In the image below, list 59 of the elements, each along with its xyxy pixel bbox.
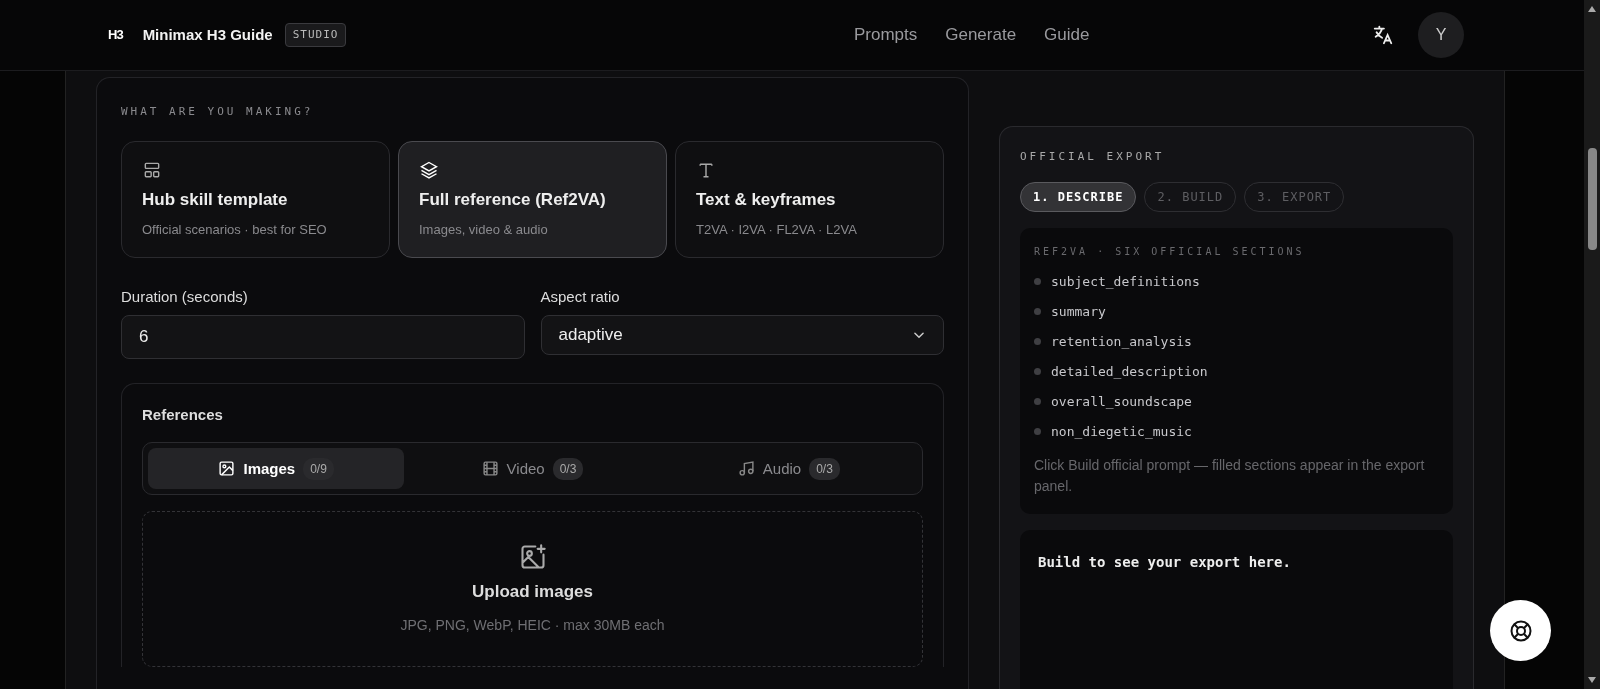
aspect-ratio-select[interactable]: adaptive: [540, 314, 944, 355]
bullet-dot: [1034, 368, 1041, 375]
upload-hint: JPG, PNG, WebP, HEIC · max 30MB each: [400, 615, 665, 635]
lifebuoy-icon: [1508, 618, 1533, 643]
count-badge: 0/9: [303, 457, 334, 480]
option-title: Hub skill template: [142, 189, 289, 210]
scrollbar[interactable]: [1584, 0, 1600, 689]
bullet-dot: [1034, 428, 1041, 435]
section-heading: OFFICIAL EXPORT: [1020, 149, 1166, 165]
avatar[interactable]: Y: [1418, 12, 1464, 58]
section-name: subject_definitions: [1051, 272, 1200, 291]
count-badge: 0/3: [552, 457, 584, 480]
translate-icon[interactable]: [1372, 24, 1394, 46]
image-plus-icon: [518, 543, 547, 572]
option-title: Full reference (Ref2VA): [419, 189, 607, 210]
bullet-dot: [1034, 278, 1041, 285]
nav-link[interactable]: Prompts: [839, 22, 932, 48]
layers-icon: [419, 160, 439, 181]
section-name: overall_soundscape: [1051, 392, 1192, 411]
image-icon: [218, 460, 236, 478]
upload-title: Upload images: [472, 581, 593, 604]
count-badge: 0/3: [809, 457, 840, 480]
reference-tab[interactable]: Images 0/9: [148, 448, 405, 490]
duration-input[interactable]: 6: [121, 314, 525, 359]
section-name: detailed_description: [1051, 362, 1208, 381]
panel-title: References: [142, 404, 224, 425]
tab-label: Video: [506, 458, 545, 479]
bullet-dot: [1034, 338, 1041, 345]
option-title: Text & keyframes: [696, 189, 837, 210]
mode-option[interactable]: Text & keyframes T2VA · I2VA · FL2VA · L2VA: [675, 140, 944, 259]
upload-dropzone[interactable]: Upload images JPG, PNG, WebP, HEIC · max 30MB each: [142, 511, 923, 668]
site-title: Minimax H3 Guide: [142, 24, 273, 45]
film-icon: [481, 460, 499, 478]
section-name: summary: [1051, 302, 1106, 321]
nav-link[interactable]: Generate: [931, 22, 1031, 48]
step-pill[interactable]: 1. DESCRIBE: [1020, 181, 1137, 212]
section-name: retention_analysis: [1051, 332, 1192, 351]
music-note-icon: [737, 460, 755, 478]
field-label: Duration (seconds): [121, 287, 249, 308]
nav-link[interactable]: Guide: [1030, 22, 1104, 48]
bullet-dot: [1034, 398, 1041, 405]
option-subtitle: Images, video & audio: [419, 220, 549, 239]
field-label: Aspect ratio: [540, 287, 621, 308]
export-output: Build to see your export here.: [1020, 529, 1453, 689]
option-subtitle: T2VA · I2VA · FL2VA · L2VA: [696, 220, 858, 239]
logo[interactable]: H3: [108, 25, 123, 45]
hint-text: Click Build official prompt — filled sections appear in the export panel.: [1034, 455, 1426, 497]
bullet-dot: [1034, 308, 1041, 315]
tab-label: Audio: [762, 458, 802, 479]
mode-option[interactable]: Hub skill template Official scenarios · best for SEO: [121, 140, 390, 259]
box-heading: REF2VA · SIX OFFICIAL SECTIONS: [1034, 244, 1306, 259]
tab-label: Images: [243, 458, 296, 479]
reference-tab[interactable]: Video 0/3: [404, 448, 661, 490]
studio-tag: STUDIO: [284, 22, 347, 48]
mode-option[interactable]: Full reference (Ref2VA) Images, video & audio: [398, 140, 667, 259]
option-subtitle: Official scenarios · best for SEO: [142, 220, 328, 239]
section-heading: WHAT ARE YOU MAKING?: [121, 104, 315, 120]
section-name: non_diegetic_music: [1051, 422, 1192, 441]
reference-tab[interactable]: Audio 0/3: [660, 448, 917, 490]
